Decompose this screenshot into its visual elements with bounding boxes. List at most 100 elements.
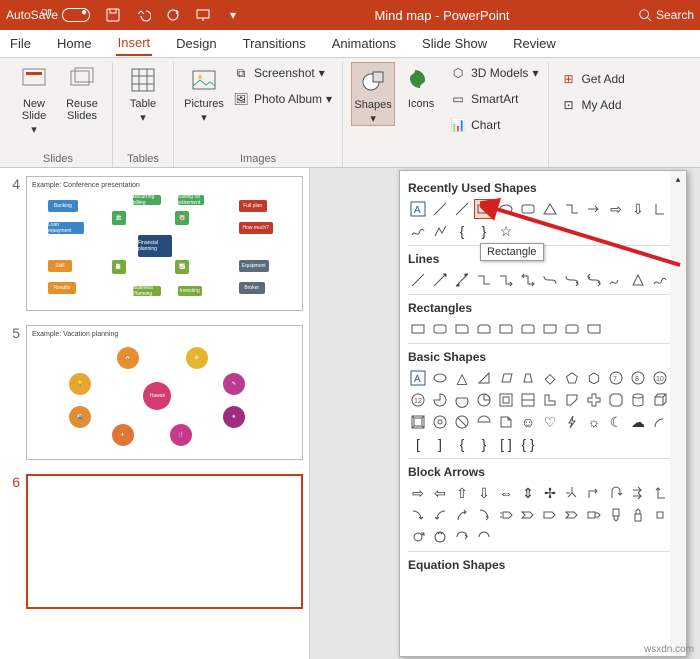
- basic-heart[interactable]: ♡: [540, 412, 560, 432]
- arr-call-d[interactable]: [606, 505, 626, 525]
- line-scribble[interactable]: [650, 270, 670, 290]
- arr-call-q[interactable]: [650, 505, 670, 525]
- basic-cross[interactable]: [584, 390, 604, 410]
- smartart-button[interactable]: ▭SmartArt: [447, 88, 540, 110]
- rect-8[interactable]: [562, 319, 582, 339]
- basic-fold[interactable]: [496, 412, 516, 432]
- line-3[interactable]: [452, 270, 472, 290]
- shape-star[interactable]: ☆: [496, 221, 516, 241]
- arr-quad[interactable]: ✢: [540, 483, 560, 503]
- arr-curv-r[interactable]: [408, 505, 428, 525]
- slide-preview-selected[interactable]: [26, 474, 303, 609]
- basic-tear[interactable]: [474, 390, 494, 410]
- shape-freeform[interactable]: [430, 221, 450, 241]
- basic-dbrc[interactable]: { }: [518, 434, 538, 454]
- icons-button[interactable]: Icons: [399, 62, 443, 110]
- basic-rtri[interactable]: [474, 368, 494, 388]
- shapes-button[interactable]: Shapes▾: [351, 62, 395, 126]
- line-s[interactable]: [606, 270, 626, 290]
- new-slide-button[interactable]: New Slide▾: [12, 62, 56, 136]
- shape-block-arrow[interactable]: ⇨: [606, 199, 626, 219]
- rect-9[interactable]: [584, 319, 604, 339]
- slide-thumbnail-panel[interactable]: 4 Example: Conference presentation Finan…: [0, 168, 310, 659]
- arr-lr[interactable]: ⇔: [496, 483, 516, 503]
- basic-brkt-l[interactable]: [: [408, 434, 428, 454]
- basic-can[interactable]: [628, 390, 648, 410]
- slide-thumb-5[interactable]: 5 Example: Vacation planning Hawaii 🏠 ⚙ …: [6, 325, 303, 460]
- basic-tri[interactable]: △: [452, 368, 472, 388]
- arr-chev[interactable]: [562, 505, 582, 525]
- slide-preview[interactable]: Example: Conference presentation Financi…: [26, 176, 303, 311]
- basic-para[interactable]: [496, 368, 516, 388]
- tab-slideshow[interactable]: Slide Show: [420, 32, 489, 55]
- chart-button[interactable]: 📊Chart: [447, 114, 540, 136]
- basic-chord[interactable]: [452, 390, 472, 410]
- arr-d[interactable]: ⇩: [474, 483, 494, 503]
- arr-curv-l[interactable]: [430, 505, 450, 525]
- rect-6[interactable]: [518, 319, 538, 339]
- shape-oval[interactable]: [496, 199, 516, 219]
- arr-r[interactable]: ⇨: [408, 483, 428, 503]
- basic-diag[interactable]: [562, 390, 582, 410]
- tab-review[interactable]: Review: [511, 32, 558, 55]
- scrollbar[interactable]: ▴: [670, 171, 686, 656]
- basic-cloud[interactable]: ☁: [628, 412, 648, 432]
- arr-11[interactable]: [650, 483, 670, 503]
- arr-curv-u[interactable]: [452, 505, 472, 525]
- shape-scribble[interactable]: [408, 221, 428, 241]
- 3d-models-button[interactable]: ⬡3D Models ▾: [447, 62, 540, 84]
- basic-plaque[interactable]: [606, 390, 626, 410]
- basic-12[interactable]: 12: [408, 390, 428, 410]
- basic-hept[interactable]: 7: [606, 368, 626, 388]
- basic-brc-r[interactable]: }: [474, 434, 494, 454]
- basic-half[interactable]: [518, 390, 538, 410]
- basic-dbrkt[interactable]: [ ]: [496, 434, 516, 454]
- slide-thumb-4[interactable]: 4 Example: Conference presentation Finan…: [6, 176, 303, 311]
- basic-no[interactable]: [452, 412, 472, 432]
- shape-arrow-r[interactable]: [584, 199, 604, 219]
- arr-28[interactable]: [474, 527, 494, 547]
- slide-thumb-6[interactable]: 6: [6, 474, 303, 609]
- basic-moon[interactable]: ☾: [606, 412, 626, 432]
- line-elbow[interactable]: [474, 270, 494, 290]
- rect-2[interactable]: [430, 319, 450, 339]
- rect-1[interactable]: [408, 319, 428, 339]
- arr-27[interactable]: [452, 527, 472, 547]
- arr-call-u[interactable]: [628, 505, 648, 525]
- undo-icon[interactable]: [130, 2, 156, 28]
- table-button[interactable]: Table▾: [121, 62, 165, 124]
- tab-animations[interactable]: Animations: [330, 32, 398, 55]
- shape-triangle[interactable]: [540, 199, 560, 219]
- basic-cube[interactable]: [650, 390, 670, 410]
- save-icon[interactable]: [100, 2, 126, 28]
- basic-pie[interactable]: [430, 390, 450, 410]
- scroll-up-icon[interactable]: ▴: [670, 171, 686, 187]
- basic-brkt-r[interactable]: ]: [430, 434, 450, 454]
- tab-transitions[interactable]: Transitions: [241, 32, 308, 55]
- arr-call-r[interactable]: [584, 505, 604, 525]
- shape-brace-r[interactable]: }: [474, 221, 494, 241]
- basic-block[interactable]: [474, 412, 494, 432]
- shape-down-arrow[interactable]: ⇩: [628, 199, 648, 219]
- basic-hex[interactable]: ⬡: [584, 368, 604, 388]
- line-curve2[interactable]: [562, 270, 582, 290]
- arr-26[interactable]: [430, 527, 450, 547]
- arr-circ[interactable]: [408, 527, 428, 547]
- shape-line2[interactable]: [452, 199, 472, 219]
- basic-oval[interactable]: [430, 368, 450, 388]
- basic-dec[interactable]: 10: [650, 368, 670, 388]
- arr-l[interactable]: ⇦: [430, 483, 450, 503]
- basic-bevel[interactable]: [408, 412, 428, 432]
- photo-album-button[interactable]: 🖼Photo Album ▾: [230, 88, 334, 110]
- shape-connector[interactable]: [562, 199, 582, 219]
- get-addins-button[interactable]: ⊞Get Add: [557, 68, 626, 90]
- reuse-slides-button[interactable]: Reuse Slides: [60, 62, 104, 122]
- present-icon[interactable]: [190, 2, 216, 28]
- rect-5[interactable]: [496, 319, 516, 339]
- shape-l[interactable]: [650, 199, 670, 219]
- arr-u[interactable]: ⇧: [452, 483, 472, 503]
- tab-insert[interactable]: Insert: [116, 31, 153, 56]
- more-icon[interactable]: ▾: [220, 2, 246, 28]
- basic-sun[interactable]: ☼: [584, 412, 604, 432]
- line-curve3[interactable]: [584, 270, 604, 290]
